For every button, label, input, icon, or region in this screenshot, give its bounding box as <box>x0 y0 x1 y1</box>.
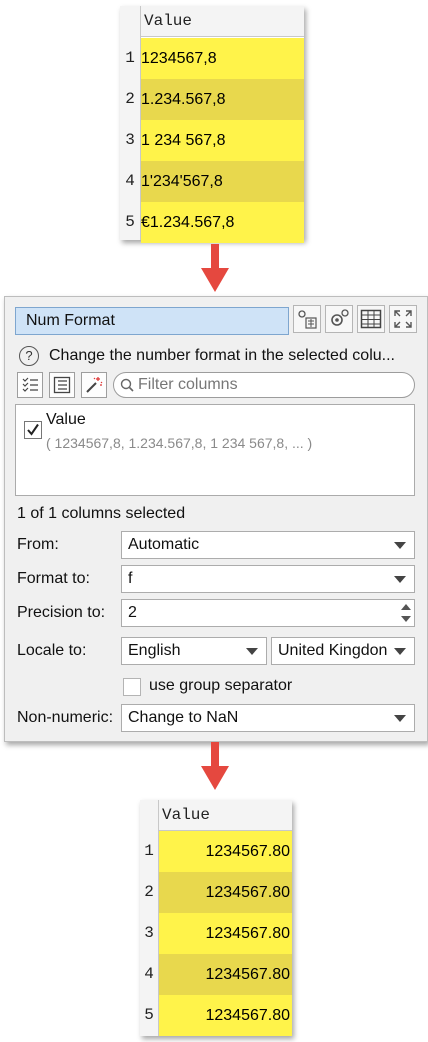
table-cell[interactable]: 1.234.567,8 <box>141 79 304 120</box>
table-icon[interactable] <box>357 305 385 333</box>
row-number-gutter: 1 2 3 4 5 <box>140 800 159 1036</box>
table-cell[interactable]: 1234567.80 <box>159 872 292 913</box>
help-text: Change the number format in the selected… <box>49 347 395 364</box>
column-sample-values: ( 1234567,8, 1.234.567,8, 1 234 567,8, .… <box>46 435 313 451</box>
down-arrow-icon <box>201 244 229 292</box>
row-number: 3 <box>144 924 154 942</box>
row-number: 5 <box>144 1006 154 1024</box>
chevron-down-icon <box>394 648 406 655</box>
table-cell[interactable]: 1234567.80 <box>159 831 292 872</box>
column-checkbox[interactable] <box>24 421 42 439</box>
row-number: 2 <box>125 90 135 108</box>
selection-status: 1 of 1 columns selected <box>17 505 186 522</box>
chevron-down-icon <box>394 576 406 583</box>
search-icon <box>120 378 134 392</box>
row-number: 4 <box>125 172 135 190</box>
chevron-down-icon <box>394 715 406 722</box>
column-header-value[interactable]: Value <box>141 6 304 37</box>
row-number-gutter: 1 2 3 4 5 <box>120 6 141 240</box>
country-value: United Kingdon <box>278 642 388 659</box>
output-data-table: 1 2 3 4 5 Value 1234567.80 1234567.80 12… <box>140 800 292 1036</box>
format-to-value: f <box>128 570 133 587</box>
row-number: 1 <box>125 49 135 67</box>
group-separator-label: use group separator <box>149 677 293 694</box>
table-cell[interactable]: 1'234'567,8 <box>141 161 304 202</box>
num-format-panel: Num Format ? Change the number format in… <box>4 296 428 742</box>
table-cell[interactable]: 1234567.80 <box>159 954 292 995</box>
from-value: Automatic <box>128 536 200 553</box>
format-to-dropdown[interactable]: f <box>121 565 415 593</box>
precision-spinbox[interactable]: 2 <box>121 599 415 627</box>
table-cell[interactable]: €1.234.567,8 <box>141 202 304 243</box>
transform-title-field[interactable]: Num Format <box>15 307 289 335</box>
filter-placeholder: Filter columns <box>138 376 238 393</box>
filter-columns-input[interactable]: Filter columns <box>113 372 415 398</box>
language-dropdown[interactable]: English <box>121 637 267 665</box>
row-number: 4 <box>144 965 154 983</box>
non-numeric-dropdown[interactable]: Change to NaN <box>121 704 415 732</box>
non-numeric-label: Non-numeric: <box>17 709 114 726</box>
calculator-icon[interactable] <box>293 305 321 333</box>
chevron-down-icon <box>394 542 406 549</box>
row-number: 1 <box>144 842 154 860</box>
column-name[interactable]: Value <box>46 411 86 429</box>
table-body: 1234567.80 1234567.80 1234567.80 1234567… <box>159 831 292 1036</box>
row-number: 3 <box>125 131 135 149</box>
help-row: ? Change the number format in the select… <box>19 345 423 369</box>
locale-to-label: Locale to: <box>17 642 87 659</box>
row-number: 5 <box>125 213 135 231</box>
precision-to-label: Precision to: <box>17 604 106 621</box>
list-icon[interactable] <box>49 372 75 398</box>
country-dropdown[interactable]: United Kingdon <box>271 637 415 665</box>
select-all-icon[interactable] <box>17 372 43 398</box>
down-arrow-icon <box>201 742 229 790</box>
expand-icon[interactable] <box>389 305 417 333</box>
from-label: From: <box>17 536 59 553</box>
chevron-down-icon <box>246 648 258 655</box>
table-body: 1234567,8 1.234.567,8 1 234 567,8 1'234'… <box>141 38 304 243</box>
help-icon[interactable]: ? <box>19 346 39 366</box>
table-cell[interactable]: 1 234 567,8 <box>141 120 304 161</box>
row-number: 2 <box>144 883 154 901</box>
table-cell[interactable]: 1234567.80 <box>159 913 292 954</box>
from-dropdown[interactable]: Automatic <box>121 531 415 559</box>
table-cell[interactable]: 1234567.80 <box>159 995 292 1036</box>
format-to-label: Format to: <box>17 570 90 587</box>
precision-value: 2 <box>128 604 137 621</box>
table-cell[interactable]: 1234567,8 <box>141 38 304 79</box>
column-list: Value ( 1234567,8, 1.234.567,8, 1 234 56… <box>15 404 415 496</box>
checkmark-icon <box>27 423 39 436</box>
column-header-value[interactable]: Value <box>159 800 292 831</box>
input-data-table: 1 2 3 4 5 Value 1234567,8 1.234.567,8 1 … <box>120 6 304 243</box>
non-numeric-value: Change to NaN <box>128 709 239 726</box>
gear-icon[interactable] <box>325 305 353 333</box>
spin-arrows-icon[interactable] <box>398 600 414 626</box>
group-separator-checkbox[interactable] <box>123 678 141 696</box>
magic-wand-icon[interactable] <box>81 372 107 398</box>
language-value: English <box>128 642 181 659</box>
